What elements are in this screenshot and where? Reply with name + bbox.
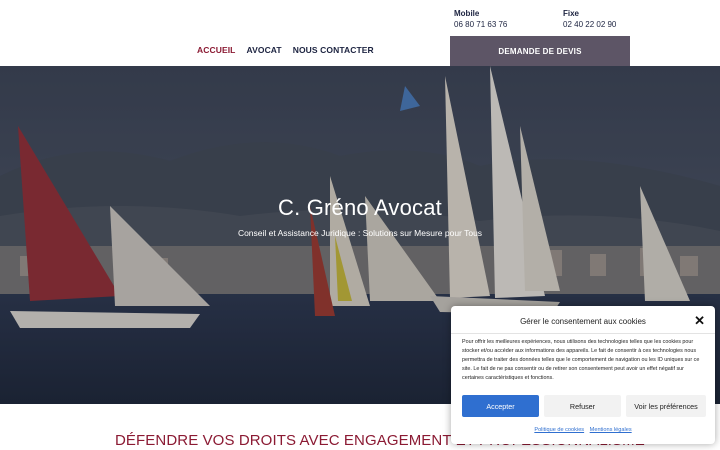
refuse-button[interactable]: Refuser (544, 395, 621, 417)
close-icon[interactable]: ✕ (694, 314, 705, 327)
fixe-label: Fixe (563, 9, 580, 18)
contact-mobile: Mobile 06 80 71 63 76 (454, 8, 507, 30)
accept-button[interactable]: Accepter (462, 395, 539, 417)
contact-fixe: Fixe 02 40 22 02 90 (563, 8, 616, 30)
nav-item-nous-contacter[interactable]: NOUS CONTACTER (293, 45, 374, 55)
devis-button[interactable]: DEMANDE DE DEVIS (450, 36, 630, 66)
hero-subtitle: Conseil et Assistance Juridique : Soluti… (237, 228, 483, 238)
mobile-number[interactable]: 06 80 71 63 76 (454, 19, 507, 30)
cookie-buttons: Accepter Refuser Voir les préférences (462, 395, 706, 417)
cookie-consent-dialog: Gérer le consentement aux cookies ✕ Pour… (451, 306, 715, 444)
cookie-links: Politique de cookies Mentions légales (451, 427, 715, 433)
nav-item-avocat[interactable]: AVOCAT (246, 45, 281, 55)
nav-item-accueil[interactable]: ACCUEIL (197, 45, 235, 55)
cookie-policy-link[interactable]: Politique de cookies (534, 427, 584, 433)
mobile-label: Mobile (454, 9, 480, 18)
cookie-title: Gérer le consentement aux cookies (520, 317, 646, 326)
main-nav: ACCUEIL AVOCAT NOUS CONTACTER (197, 45, 374, 55)
hero-title: C. Gréno Avocat (277, 195, 442, 220)
fixe-number[interactable]: 02 40 22 02 90 (563, 19, 616, 30)
cookie-divider (451, 333, 715, 334)
site-header: Mobile 06 80 71 63 76 Fixe 02 40 22 02 9… (0, 0, 720, 66)
cookie-text: Pour offrir les meilleures expériences, … (462, 339, 700, 381)
preferences-button[interactable]: Voir les préférences (626, 395, 706, 417)
legal-mentions-link[interactable]: Mentions légales (590, 427, 632, 433)
